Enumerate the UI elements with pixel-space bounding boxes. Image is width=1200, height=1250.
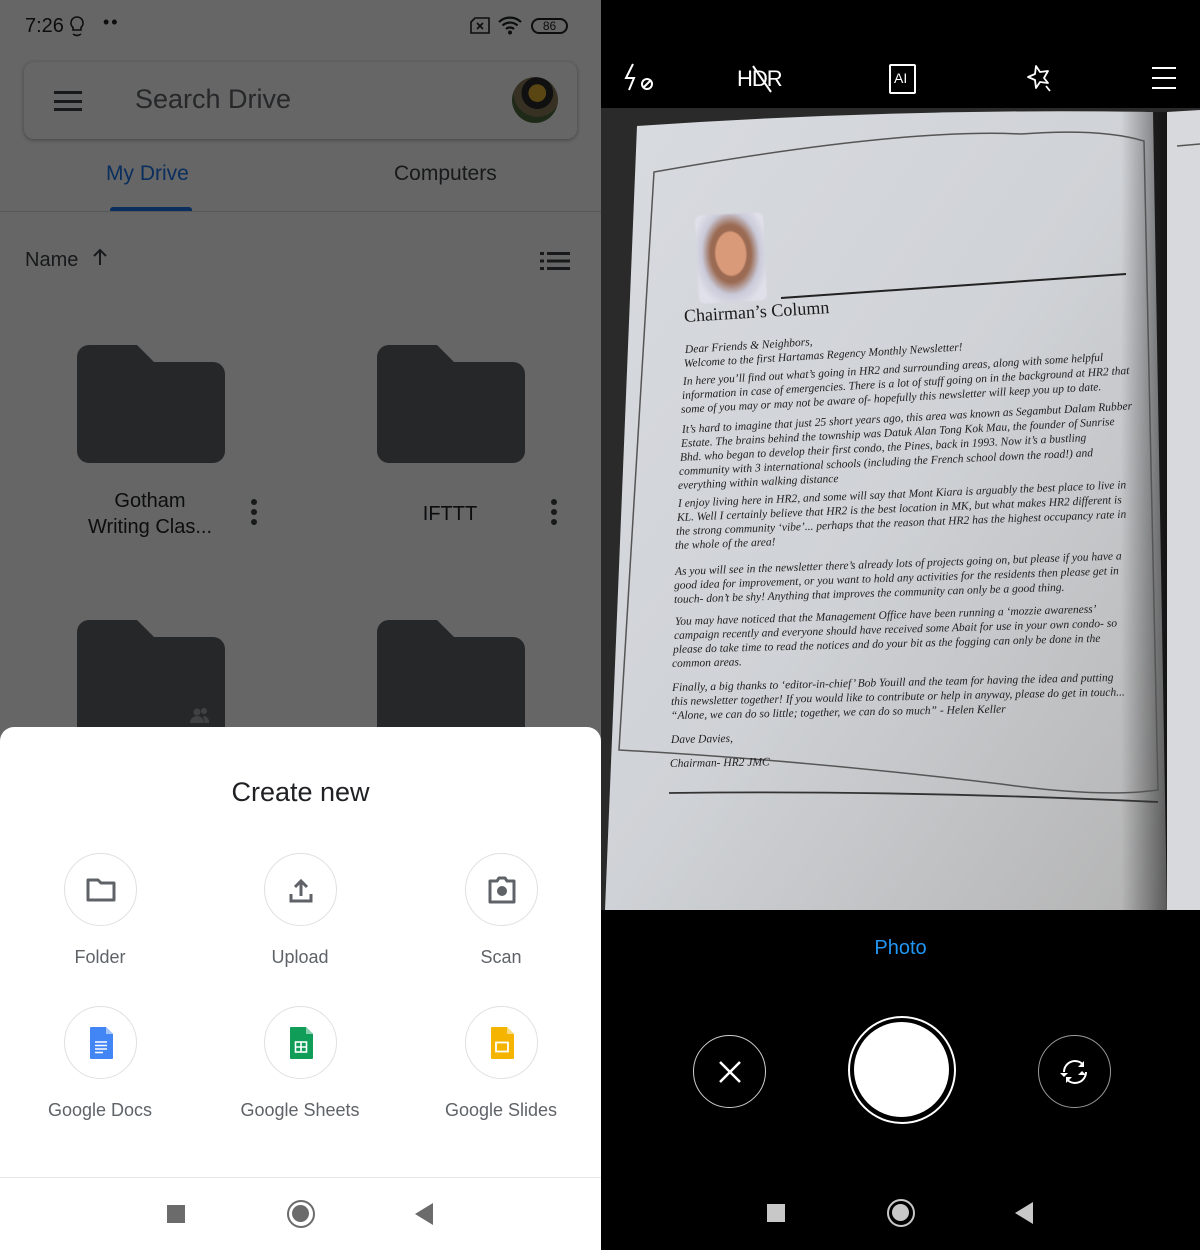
upload-button[interactable]: Upload [200, 853, 400, 983]
folder-icon [86, 878, 116, 902]
switch-camera-button[interactable] [1038, 1035, 1111, 1108]
document-line: common areas. [671, 656, 742, 670]
home-button[interactable] [887, 1199, 915, 1227]
google-sheets-button[interactable]: Google Sheets [200, 1006, 400, 1136]
upload-icon [289, 878, 313, 903]
google-slides-button[interactable]: Google Slides [401, 1006, 601, 1136]
document-line: Chairman- HR2 JMC [669, 756, 770, 770]
camera-toolbar: HDR AI [601, 0, 1200, 108]
document-line: the whole of the area! [674, 536, 776, 552]
scan-button[interactable]: Scan [401, 853, 601, 983]
back-button[interactable] [415, 1203, 433, 1225]
document-text: Chairman’s Column Dear Friends & Neighbo… [601, 108, 1200, 910]
recents-button[interactable] [767, 1204, 785, 1222]
ai-camera-icon[interactable]: AI [889, 64, 916, 94]
camera-screen: HDR AI Chairman’s Column Dear Friends & … [601, 0, 1200, 1250]
menu-icon[interactable] [1151, 62, 1177, 94]
switch-camera-icon [1060, 1060, 1087, 1084]
google-sheets-icon [290, 1027, 313, 1059]
camera-mode-photo[interactable]: Photo [601, 937, 1200, 960]
shutter-button[interactable] [848, 1016, 956, 1124]
hdr-toggle[interactable]: HDR [737, 65, 787, 98]
recents-button[interactable] [167, 1205, 185, 1223]
camera-icon [488, 876, 516, 904]
close-icon [719, 1061, 741, 1083]
create-new-sheet: Create new Folder Upload Scan Google Doc… [0, 727, 601, 1250]
google-slides-icon [491, 1027, 514, 1059]
home-button[interactable] [287, 1200, 315, 1228]
camera-viewfinder[interactable]: Chairman’s Column Dear Friends & Neighbo… [601, 108, 1200, 910]
android-nav-bar [0, 1177, 601, 1250]
google-docs-button[interactable]: Google Docs [0, 1006, 200, 1136]
magic-star-icon[interactable] [1026, 62, 1054, 94]
document-heading: Chairman’s Column [683, 297, 830, 326]
document-line: Dave Davies, [670, 732, 734, 746]
hdr-off-slash-icon [752, 65, 772, 93]
sheet-title: Create new [231, 777, 370, 807]
flash-off-icon[interactable] [623, 62, 657, 94]
android-nav-bar [601, 1177, 1200, 1250]
google-drive-screen: 7:26 •• 86 Search Drive My Drive Compute… [0, 0, 601, 1250]
cancel-button[interactable] [693, 1035, 766, 1108]
back-button[interactable] [1015, 1202, 1033, 1224]
create-folder-button[interactable]: Folder [0, 853, 200, 983]
google-docs-icon [90, 1027, 113, 1059]
